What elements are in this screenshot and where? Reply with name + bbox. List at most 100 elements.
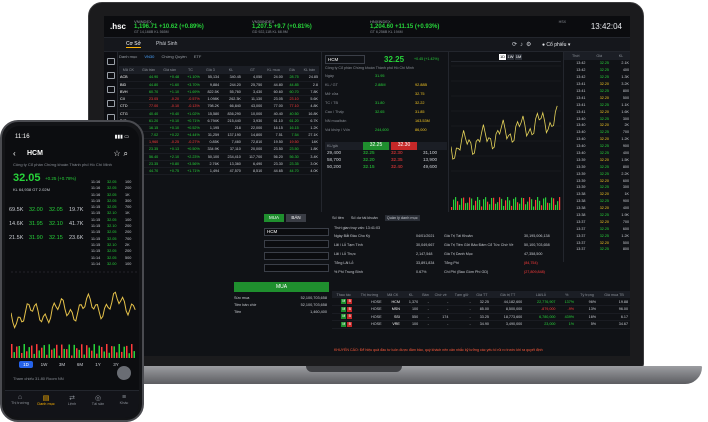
column-header[interactable]: Lãi/Lỗ xyxy=(524,291,558,298)
chart-icon[interactable] xyxy=(107,72,115,79)
tab-chung-quyen[interactable]: Chứng Quyền xyxy=(162,54,187,59)
order-book-row[interactable]: 50,200 32.15 32.40 49,600 xyxy=(325,164,447,171)
tab-danh-muc[interactable]: Danh mục xyxy=(119,54,137,59)
column-header[interactable]: GT xyxy=(241,66,264,74)
table-row[interactable]: DPM16.15+0.10+0.52%1,19521822,00016.1516… xyxy=(119,124,319,133)
list-icon[interactable] xyxy=(107,86,115,93)
column-header[interactable]: KL xyxy=(401,291,421,298)
best-bid[interactable]: 32.25 xyxy=(363,142,389,150)
ticker-hnx[interactable]: HNXINDEX 1,204.60 +11.15 (+0.93%) GT 6,2… xyxy=(370,19,480,37)
column-header[interactable]: Giá trần xyxy=(137,66,160,74)
candlestick-chart[interactable] xyxy=(451,62,561,212)
table-row[interactable]: BID 44.80 +1.60 +3.70% 9,884 244.20 25,750 44.8… xyxy=(119,81,319,89)
search-icon[interactable]: ⌕ xyxy=(124,149,131,158)
mobile-tab[interactable]: ≡ Khác xyxy=(111,394,137,405)
app-logo[interactable]: .hsc xyxy=(110,22,126,31)
mobile-tab[interactable]: ⇄ Lệnh xyxy=(59,394,85,406)
table-row[interactable]: BVH 60.70 +1.10 +1.69% 822.5K 55,760 3,430 60.6… xyxy=(119,88,319,97)
sell-mini-button[interactable]: B xyxy=(347,306,353,312)
column-header[interactable]: Tạm giữ xyxy=(450,291,473,298)
mobile-book-row[interactable]: 21.5K 31.90 32.15 23.6K xyxy=(9,232,89,246)
buy-tab[interactable]: MUA xyxy=(264,214,284,222)
portfolio-row[interactable]: M B HOSE VRE 100- - -34.90 3,490,000 23,000 1% 5% 3… xyxy=(332,320,630,329)
column-header[interactable]: Mã CK xyxy=(119,66,138,74)
column-header[interactable]: KL mua xyxy=(263,66,284,74)
order-book-row[interactable]: 58,700 32.20 32.35 13,900 xyxy=(325,157,447,164)
table-row[interactable]: CTG 40.40 +0.40 +1.02% 15,580 836,290 10,000 40… xyxy=(119,109,319,118)
sell-mini-button[interactable]: B xyxy=(347,299,353,304)
portfolio-row[interactable]: M B HOSE MSN 100- - -85.00 8,500,000 -879,000 -9%… xyxy=(332,305,630,314)
order-book-row[interactable]: 29,400 32.25 32.30 31,100 xyxy=(325,150,447,157)
chart-tab-1d[interactable]: 1D xyxy=(499,54,506,60)
order-qty-input[interactable] xyxy=(264,252,329,260)
symbol-search[interactable]: HCM xyxy=(325,55,365,64)
chart-tab-1w[interactable]: 1W xyxy=(507,54,514,60)
mobile-tab[interactable]: ◎ Tài sản xyxy=(85,394,111,406)
column-header[interactable]: Giá trị TT xyxy=(490,291,525,298)
column-header[interactable]: Giá xyxy=(283,66,300,74)
buy-mini-button[interactable]: M xyxy=(341,299,347,304)
column-header[interactable]: KL xyxy=(220,66,242,74)
column-header[interactable]: Giá 3 xyxy=(200,66,221,74)
tab-etf[interactable]: ETF xyxy=(194,54,202,59)
buy-mini-button[interactable]: M xyxy=(341,314,347,320)
column-header[interactable]: Giá sàn xyxy=(159,66,181,74)
tab-phai-sinh[interactable]: Phái Sinh xyxy=(156,41,177,47)
table-row[interactable]: FPT23.35+0.13+0.50%334.9K37,11020,00023.… xyxy=(119,145,319,154)
star-icon[interactable]: ☆ xyxy=(113,149,123,158)
submit-order-button[interactable]: MUA xyxy=(234,282,329,292)
column-header[interactable]: Giá TT xyxy=(472,291,491,298)
mobile-tab[interactable]: ▤ Danh mục xyxy=(33,394,59,406)
column-header[interactable]: Thị trường xyxy=(355,291,384,298)
back-icon[interactable]: ‹ xyxy=(13,149,16,158)
table-row[interactable]: EIB7.02+0.22+4.44%31,259137,19014,8007.5… xyxy=(119,131,319,140)
order-symbol-input[interactable]: HCM xyxy=(264,228,329,236)
table-row[interactable]: FLC1,960-0.25-0.27%0.85K7,46072,81019.50… xyxy=(119,138,319,147)
portfolio-row[interactable]: M B HOSE SSI 550-174-33.25 18,773,600 6,780,00… xyxy=(332,313,630,321)
ticker-vnindex[interactable]: VNINDEX 1,196.71 +10.62 (+0.89%) GT 14,1… xyxy=(134,19,244,37)
range-3m[interactable]: 3M xyxy=(55,361,69,368)
mobile-book-row[interactable]: 14.6K 31.95 32.10 41.7K xyxy=(9,218,89,232)
sell-mini-button[interactable]: B xyxy=(347,314,353,320)
column-header[interactable]: Thao tác xyxy=(332,291,356,298)
order-price-input[interactable] xyxy=(264,240,329,248)
table-row[interactable]: HCM23.35+0.80+3.56%2.76K13,3606,49023.30… xyxy=(119,160,319,168)
column-header[interactable]: TC xyxy=(180,66,201,74)
table-row[interactable]: CTD 77.00 -0.10 -0.13% 798.2K 66,840 43,000 77.… xyxy=(119,102,319,111)
ticker-vn30[interactable]: VN30INDEX 1,207.5 +9.7 (+0.81%) GD 922,1… xyxy=(252,19,362,37)
buy-mini-button[interactable]: M xyxy=(341,306,347,312)
column-header[interactable]: Tỷ trọng xyxy=(576,291,599,298)
mobile-symbol[interactable]: HCM xyxy=(27,150,43,157)
tab-so-tien[interactable]: Số tiền xyxy=(332,216,344,220)
column-header[interactable]: % xyxy=(557,291,577,298)
refresh-icon[interactable]: ⟳ xyxy=(512,42,520,48)
range-6m[interactable]: 6M xyxy=(73,361,87,368)
buy-mini-button[interactable]: M xyxy=(341,321,347,327)
mobile-price-chart[interactable] xyxy=(11,260,137,360)
chart-tab-1m[interactable]: 1M xyxy=(515,54,522,60)
column-header[interactable]: Bán xyxy=(420,291,431,298)
tab-vn30[interactable]: VN30 xyxy=(144,54,154,59)
sell-tab[interactable]: BÁN xyxy=(286,214,306,222)
range-1d[interactable]: 1D xyxy=(19,361,33,368)
settings-icon[interactable]: ⚙ xyxy=(526,42,534,48)
portfolio-row[interactable]: M B HOSE HCM 1,370- - -32.25 44,182,600 22,776,9… xyxy=(332,298,630,306)
tab-quan-ly-danh-muc[interactable]: Quản lý danh mục xyxy=(384,215,420,221)
column-header[interactable]: Chờ về xyxy=(430,291,451,298)
range-1w[interactable]: 1W xyxy=(37,361,51,368)
table-row[interactable]: GAS56.40+2.10+2.23%50,100234,410117,7005… xyxy=(119,153,319,161)
mobile-book-row[interactable]: 69.5K 32.00 32.05 19.7K xyxy=(9,204,89,218)
table-row[interactable]: DIG61.20+0.10+0.71%6.794K215,4403,93061.… xyxy=(119,117,319,125)
sell-mini-button[interactable]: B xyxy=(347,321,353,327)
folder-icon[interactable] xyxy=(107,100,115,107)
home-icon[interactable] xyxy=(107,58,115,65)
range-1y[interactable]: 1Y xyxy=(91,361,105,368)
user-menu[interactable]: ● Cổ phiếu ▾ xyxy=(542,42,570,48)
mobile-tab[interactable]: ⌂ Thị trường xyxy=(7,394,33,405)
column-header[interactable]: Giá mua TB xyxy=(598,291,630,298)
table-row[interactable]: CII 23.05 -0.20 -0.57% 1.098K 262.3K 11,130 23.… xyxy=(119,95,319,104)
column-header[interactable]: Mã CK xyxy=(383,291,402,298)
tab-co-so[interactable]: Cơ Sở xyxy=(126,41,141,48)
table-row[interactable]: ACB 44.90 +0.48 +1.10% 55,134 340.45 4,050 24.0… xyxy=(119,74,319,82)
column-header[interactable]: KL bán xyxy=(299,66,319,74)
